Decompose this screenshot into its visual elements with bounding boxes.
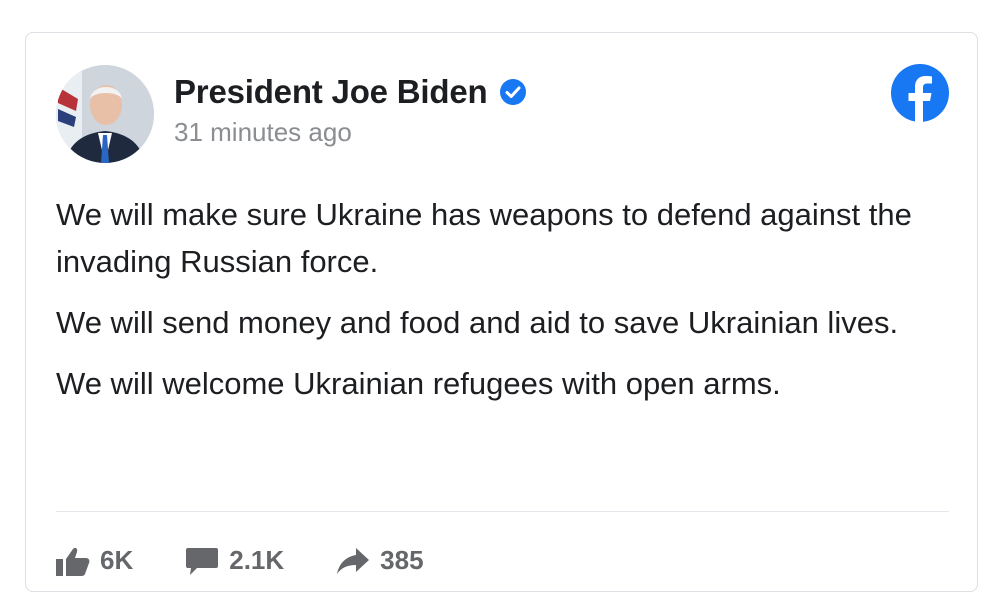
author-avatar[interactable] (56, 65, 154, 163)
post-body: We will make sure Ukraine has weapons to… (56, 191, 956, 421)
share-count: 385 (380, 545, 424, 575)
comment-stat[interactable]: 2.1K (185, 545, 284, 576)
author-name[interactable]: President Joe Biden (174, 73, 488, 111)
comment-bubble-icon (186, 547, 219, 575)
share-stat[interactable]: 385 (336, 545, 424, 576)
facebook-logo-icon[interactable] (890, 63, 950, 123)
like-count: 6K (100, 545, 134, 575)
comment-count: 2.1K (229, 545, 285, 575)
share-arrow-icon (337, 547, 370, 574)
verified-badge-icon (500, 79, 527, 105)
divider (56, 511, 949, 512)
post-paragraph-3: We will welcome Ukrainian refugees with … (56, 366, 781, 401)
like-stat[interactable]: 6K (56, 545, 133, 576)
post-paragraph-2: We will send money and food and aid to s… (56, 305, 899, 340)
author-row: President Joe Biden (174, 73, 527, 111)
avatar-portrait-image (56, 65, 154, 163)
post-paragraph-1: We will make sure Ukraine has weapons to… (56, 197, 912, 279)
thumbs-up-icon (56, 547, 90, 576)
post-timestamp[interactable]: 31 minutes ago (174, 117, 352, 148)
post-card: President Joe Biden 31 minutes ago We wi… (25, 32, 978, 592)
post-stats: 6K 2.1K 385 (56, 545, 476, 576)
